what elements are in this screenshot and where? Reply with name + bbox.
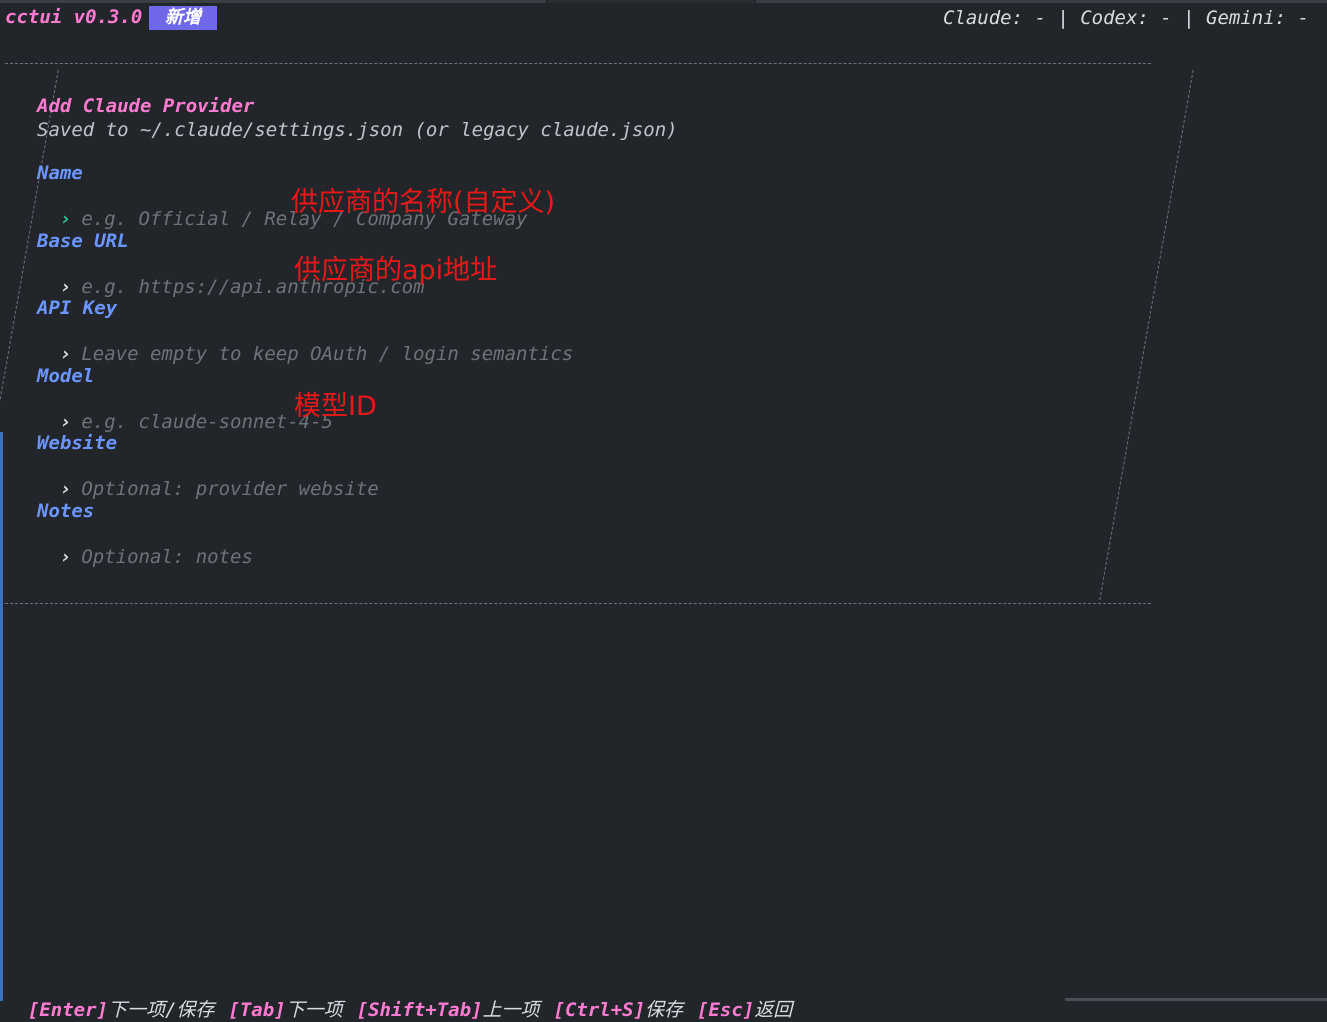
field-label-website: Website (37, 432, 118, 454)
annotation-base-url: 供应商的api地址 (294, 255, 498, 286)
frame-bottom-border (5, 603, 1151, 604)
field-label-model: Model (37, 365, 95, 387)
api-key-placeholder: Leave empty to keep OAuth / login semant… (81, 343, 574, 365)
hint-esc-key: [Esc] (697, 999, 755, 1021)
prompt-chevron-icon: › (59, 343, 72, 365)
api-key-input[interactable]: › Leave empty to keep OAuth / login seman… (37, 321, 573, 365)
frame-top-border (5, 63, 1151, 64)
notes-placeholder: Optional: notes (81, 546, 253, 568)
prompt-chevron-icon: › (59, 276, 72, 298)
mode-badge: 新增 (149, 6, 217, 30)
prompt-chevron-icon: › (59, 208, 72, 230)
model-input[interactable]: › e.g. claude-sonnet-4-5 (37, 389, 333, 433)
hint-esc-desc: 返回 (754, 999, 793, 1021)
left-scroll-accent (0, 432, 3, 1001)
prompt-chevron-icon: › (59, 411, 72, 433)
frame-right-border (1099, 70, 1194, 600)
cli-status-line: Claude: - | Codex: - | Gemini: - (942, 7, 1309, 29)
annotation-model: 模型ID (294, 391, 377, 422)
hint-ctrl-s-desc: 保存 (645, 999, 684, 1021)
notes-input[interactable]: › Optional: notes (37, 524, 253, 568)
prompt-chevron-icon: › (59, 546, 72, 568)
form-subtitle: Saved to ~/.claude/settings.json (or leg… (37, 119, 678, 141)
hint-enter-key: [Enter] (27, 999, 108, 1021)
hint-tab-key: [Tab] (228, 999, 286, 1021)
field-label-api-key: API Key (37, 297, 118, 319)
hint-shift-tab-desc: 上一项 (482, 999, 540, 1021)
app-name: cctui v0.3.0 (5, 6, 143, 28)
annotation-name: 供应商的名称(自定义) (291, 187, 556, 218)
prompt-chevron-icon: › (59, 478, 72, 500)
keybinding-footer: [Enter]下一项/保存 [Tab]下一项 [Shift+Tab]上一项 [Ctrl… (5, 973, 806, 1022)
field-label-base-url: Base URL (37, 230, 129, 252)
hint-tab-desc: 下一项 (285, 999, 343, 1021)
hint-enter-desc: 下一项/保存 (107, 999, 215, 1021)
window-top-border (0, 0, 1327, 3)
hint-shift-tab-key: [Shift+Tab] (356, 999, 483, 1021)
website-input[interactable]: › Optional: provider website (37, 456, 379, 500)
field-label-notes: Notes (37, 500, 95, 522)
website-placeholder: Optional: provider website (81, 478, 379, 500)
hint-ctrl-s-key: [Ctrl+S] (553, 999, 646, 1021)
form-title: Add Claude Provider (37, 95, 255, 117)
field-label-name: Name (37, 162, 83, 184)
